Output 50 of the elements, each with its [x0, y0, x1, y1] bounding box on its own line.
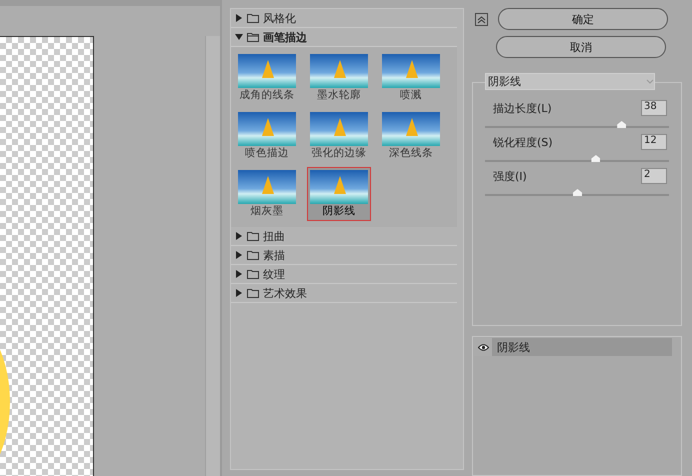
- slider-thumb[interactable]: [617, 121, 626, 128]
- triangle-right-icon: [235, 14, 243, 22]
- effect-layer-row[interactable]: 阴影线: [474, 338, 672, 356]
- photo-placeholder: [238, 112, 296, 146]
- photo-placeholder: [382, 112, 440, 146]
- filter-category[interactable]: 纹理: [231, 265, 457, 284]
- filter-category[interactable]: 艺术效果: [231, 284, 457, 303]
- filter-thumbnail[interactable]: 强化的边缘: [307, 109, 371, 163]
- folder-icon: [247, 32, 259, 42]
- parameter-label: 强度(I): [493, 168, 527, 184]
- photo-placeholder: [382, 54, 440, 88]
- folder-icon: [247, 250, 259, 260]
- triangle-right-icon: [235, 270, 243, 278]
- slider-thumb[interactable]: [591, 155, 600, 162]
- filter-thumbnail[interactable]: 烟灰墨: [235, 167, 299, 221]
- eye-icon[interactable]: [478, 344, 488, 351]
- filter-dropdown[interactable]: 阴影线: [485, 73, 655, 90]
- value-field[interactable]: 12: [641, 134, 667, 150]
- filter-thumbnail[interactable]: 喷溅: [379, 51, 443, 105]
- folder-icon: [247, 288, 259, 298]
- parameter-label: 描边长度(L): [493, 100, 552, 116]
- parameter-label: 锐化程度(S): [493, 134, 553, 150]
- triangle-right-icon: [235, 251, 243, 259]
- triangle-down-icon: [235, 33, 243, 41]
- triangle-right-icon: [235, 289, 243, 297]
- value-field[interactable]: 38: [641, 100, 667, 116]
- folder-icon: [247, 269, 259, 279]
- filter-thumbnail[interactable]: 深色线条: [379, 109, 443, 163]
- value-field[interactable]: 2: [641, 168, 667, 184]
- photo-placeholder: [310, 54, 368, 88]
- filter-thumbnail[interactable]: 喷色描边: [235, 109, 299, 163]
- filter-category[interactable]: 素描: [231, 246, 457, 265]
- scrollbar[interactable]: [205, 36, 220, 476]
- triangle-right-icon: [235, 232, 243, 240]
- slider-thumb[interactable]: [573, 189, 582, 196]
- photo-placeholder: [238, 54, 296, 88]
- dialog-button[interactable]: 取消: [496, 36, 666, 58]
- chevron-down-icon: [646, 79, 654, 84]
- filter-thumbnail[interactable]: 成角的线条: [235, 51, 299, 105]
- folder-icon: [247, 231, 259, 241]
- filter-thumbnail[interactable]: 墨水轮廓: [307, 51, 371, 105]
- filter-category[interactable]: 扭曲: [231, 227, 457, 246]
- photo-placeholder: [310, 112, 368, 146]
- collapse-icon[interactable]: [475, 12, 488, 26]
- photo-placeholder: [238, 170, 296, 204]
- folder-icon: [247, 13, 259, 23]
- filter-thumbnail[interactable]: 阴影线: [307, 167, 371, 221]
- filter-category[interactable]: 风格化: [231, 9, 457, 28]
- dialog-button[interactable]: 确定: [498, 8, 668, 30]
- photo-placeholder: [310, 170, 368, 204]
